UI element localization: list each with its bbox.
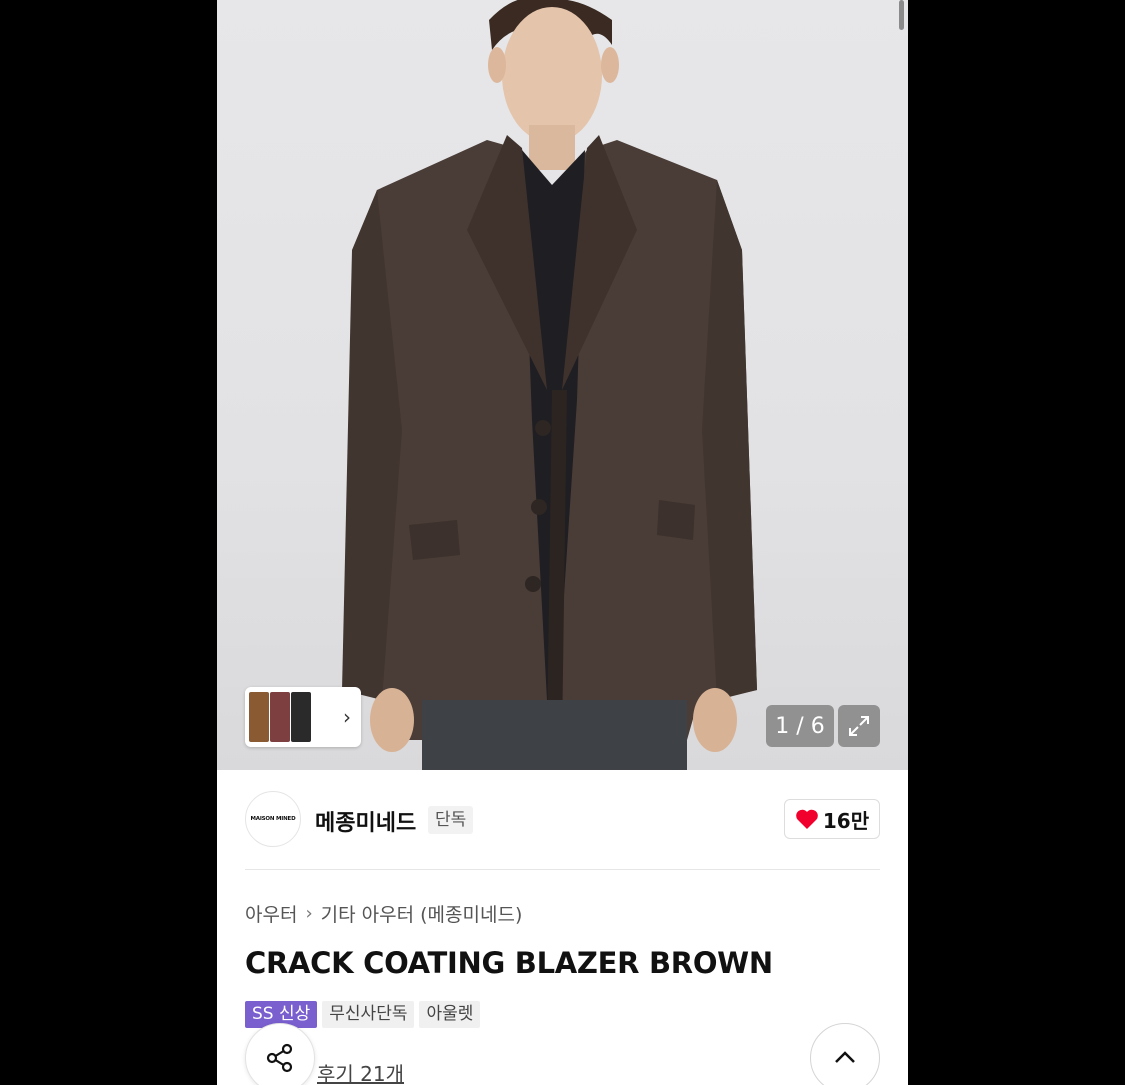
like-button[interactable]: 16만: [784, 799, 880, 839]
thumbnail-1[interactable]: [249, 692, 269, 742]
brand-row: MAISON MINED 메종미네드 단독 16만: [245, 791, 880, 849]
model-photo: [342, 0, 757, 770]
chevron-right-icon: ›: [305, 903, 313, 924]
breadcrumb: 아우터 › 기타 아우터 (메종미네드): [245, 900, 522, 927]
scrollbar[interactable]: [899, 0, 904, 30]
image-counter: 1 / 6: [766, 705, 834, 747]
thumbnail-strip[interactable]: ›: [245, 687, 361, 747]
heart-icon: [796, 809, 818, 829]
review-link[interactable]: 후기 21개: [317, 1058, 404, 1085]
brand-logo[interactable]: MAISON MINED: [245, 791, 301, 847]
scroll-top-button[interactable]: [810, 1023, 880, 1085]
product-page: › 1 / 6 MAISON MINED 메종미네드 단독 16만 아우터 › …: [217, 0, 908, 1085]
breadcrumb-subcategory[interactable]: 기타 아우터 (메종미네드): [321, 900, 523, 927]
brand-name[interactable]: 메종미네드: [315, 805, 416, 837]
badge-exclusive: 무신사단독: [322, 1001, 415, 1028]
badge-outlet: 아울렛: [419, 1001, 481, 1028]
breadcrumb-category[interactable]: 아우터: [245, 900, 297, 927]
thumbnail-3[interactable]: [291, 692, 311, 742]
like-count: 16만: [822, 808, 870, 833]
product-title: CRACK COATING BLAZER BROWN: [245, 946, 773, 980]
product-image[interactable]: › 1 / 6: [217, 0, 908, 770]
chevron-up-icon: [835, 1051, 855, 1063]
thumbnail-2[interactable]: [270, 692, 290, 742]
expand-button[interactable]: [838, 705, 880, 747]
share-button[interactable]: [245, 1023, 315, 1085]
exclusive-tag: 단독: [428, 806, 474, 834]
chevron-right-icon[interactable]: ›: [343, 705, 351, 729]
share-icon: [266, 1043, 293, 1073]
expand-icon: [849, 716, 869, 736]
divider: [245, 869, 880, 870]
